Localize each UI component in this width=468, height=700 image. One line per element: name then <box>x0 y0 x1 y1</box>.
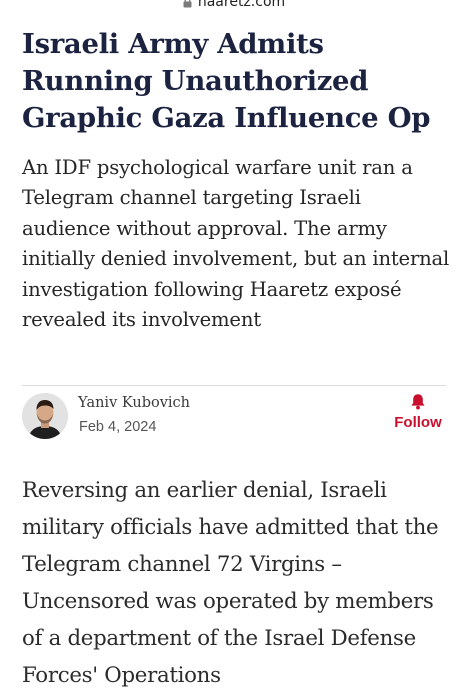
author-name[interactable]: Yaniv Kubovich <box>78 395 190 411</box>
browser-address-bar[interactable]: haaretz.com <box>0 0 468 22</box>
url-display[interactable]: haaretz.com <box>183 0 285 10</box>
follow-button[interactable]: Follow <box>390 393 446 437</box>
publish-date: Feb 4, 2024 <box>79 419 157 435</box>
article-subheadline: An IDF psychological warfare unit ran a … <box>22 156 450 332</box>
author-photo-icon <box>22 393 68 439</box>
author-avatar[interactable] <box>22 393 68 439</box>
article-body-paragraph: Reversing an earlier denial, Israeli mil… <box>22 478 439 688</box>
url-text: haaretz.com <box>197 0 286 10</box>
article-headline: Israeli Army Admits Running Unauthorized… <box>22 28 431 134</box>
lock-icon <box>183 0 192 8</box>
byline-divider <box>22 385 446 386</box>
follow-label: Follow <box>394 414 442 431</box>
bell-icon <box>410 393 426 410</box>
